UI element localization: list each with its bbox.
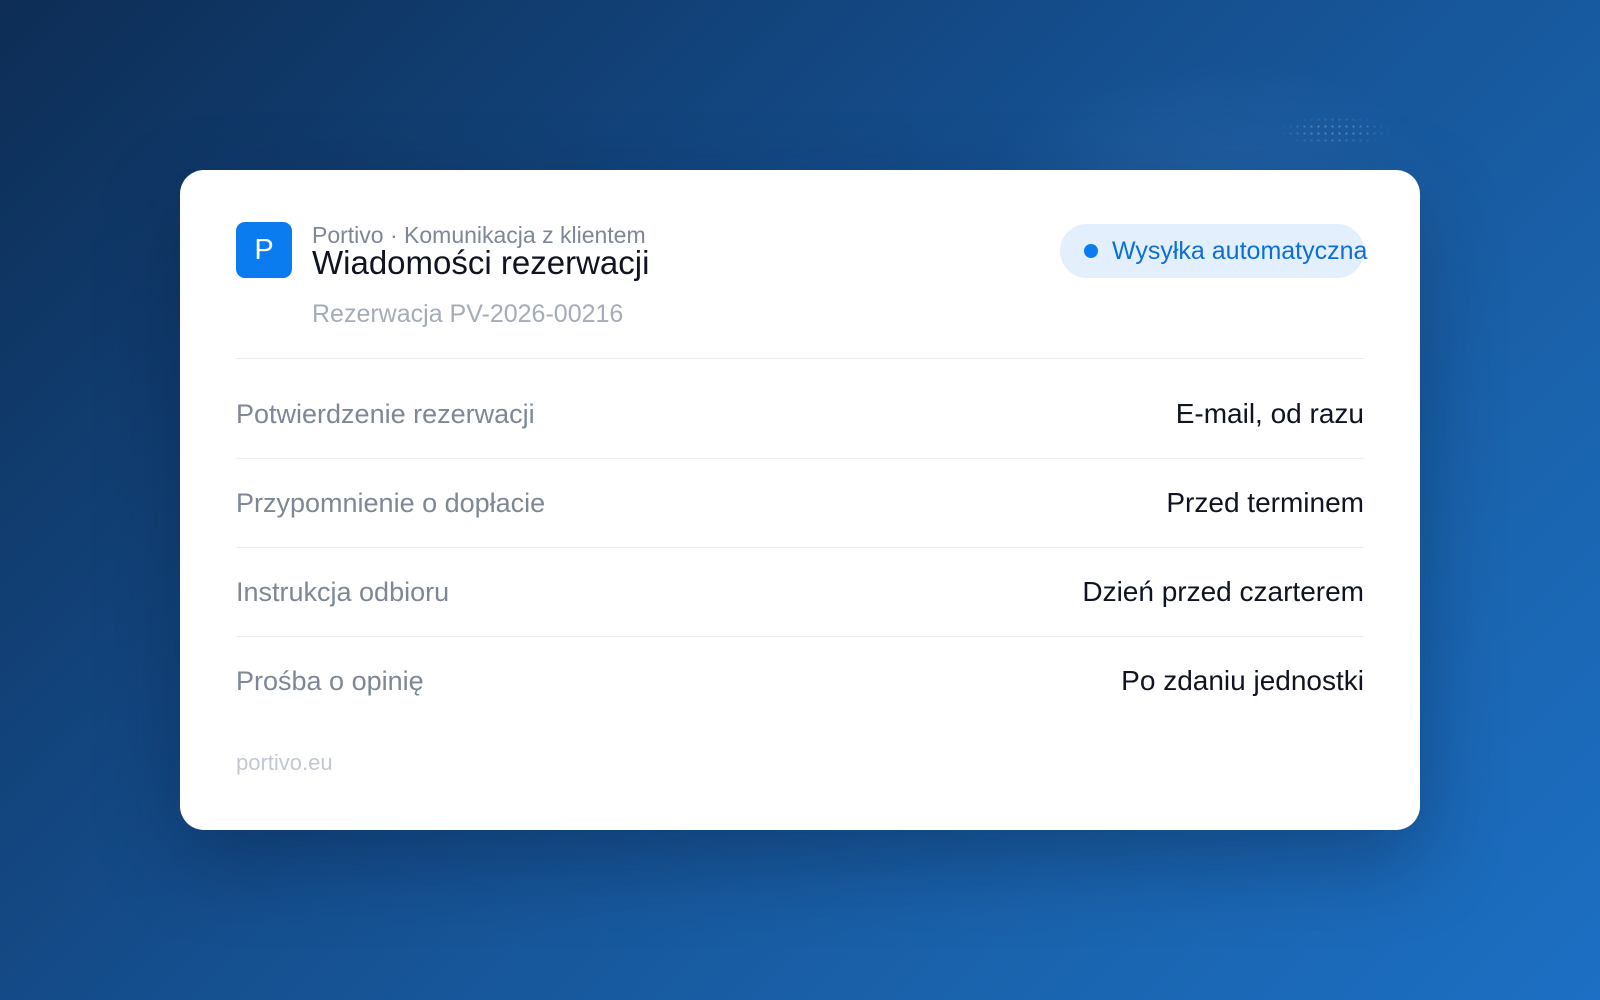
header-divider	[236, 358, 1364, 359]
message-type-label: Instrukcja odbioru	[236, 576, 450, 607]
list-item: Potwierdzenie rezerwacji E-mail, od razu	[236, 370, 1364, 459]
message-type-label: Przypomnienie o dopłacie	[236, 487, 546, 518]
header-titles: Portivo · Komunikacja z klientem Wiadomo…	[312, 222, 649, 329]
logo-letter: P	[254, 233, 274, 266]
footer-domain: portivo.eu	[236, 750, 333, 775]
status-dot-icon	[1084, 244, 1098, 258]
list-item: Prośba o opinię Po zdaniu jednostki	[236, 637, 1364, 725]
booking-reference: Rezerwacja PV-2026-00216	[312, 300, 624, 328]
status-badge-label: Wysyłka automatyczna	[1112, 237, 1368, 265]
status-badge: Wysyłka automatyczna	[1060, 224, 1368, 278]
background-dot-pattern	[1280, 116, 1390, 146]
message-timing-value: Dzień przed czarterem	[1082, 576, 1364, 607]
app-logo-icon: P	[236, 222, 292, 278]
list-item: Instrukcja odbioru Dzień przed czarterem	[236, 548, 1364, 637]
message-type-label: Potwierdzenie rezerwacji	[236, 398, 535, 429]
message-timing-value: Przed terminem	[1166, 487, 1364, 518]
message-schedule-list: Potwierdzenie rezerwacji E-mail, od razu…	[236, 370, 1364, 725]
list-item: Przypomnienie o dopłacie Przed terminem	[236, 459, 1364, 548]
page-title: Wiadomości rezerwacji	[312, 244, 650, 281]
message-type-label: Prośba o opinię	[236, 665, 424, 696]
message-timing-value: E-mail, od razu	[1175, 398, 1364, 429]
booking-messages-card: P Portivo · Komunikacja z klientem Wiado…	[180, 170, 1420, 830]
message-timing-value: Po zdaniu jednostki	[1121, 665, 1364, 696]
card-header: P Portivo · Komunikacja z klientem Wiado…	[236, 222, 1368, 352]
